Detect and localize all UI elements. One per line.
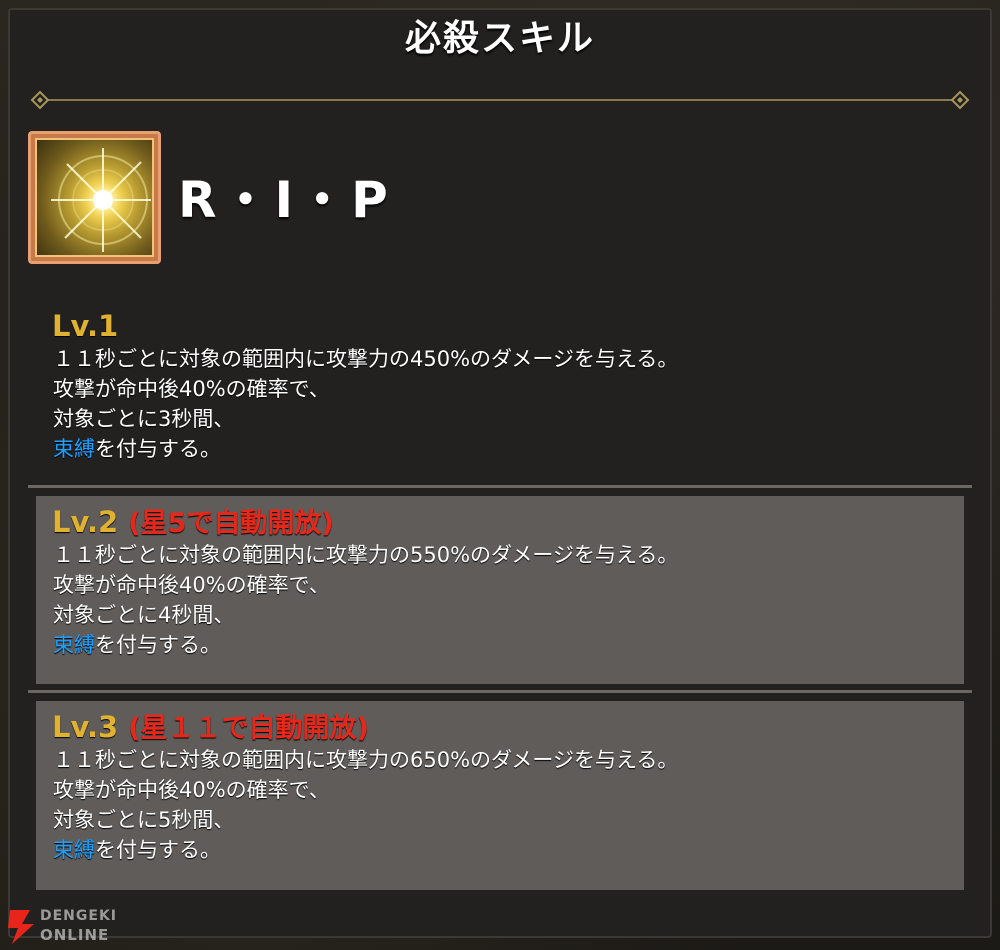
skill-icon-frame[interactable] bbox=[28, 131, 161, 264]
description-suffix: を付与する。 bbox=[95, 437, 221, 461]
skill-level-1: Lv.1 １１秒ごとに対象の範囲内に攻撃力の450%のダメージを与える。 攻撃が… bbox=[36, 300, 964, 478]
light-burst-icon bbox=[35, 138, 154, 257]
description-line: １１秒ごとに対象の範囲内に攻撃力の550%のダメージを与える。 bbox=[53, 543, 679, 567]
level-label: Lv.1 bbox=[52, 309, 119, 343]
description-line: 攻撃が命中後40%の確率で、 bbox=[53, 377, 330, 401]
description-line: 攻撃が命中後40%の確率で、 bbox=[53, 573, 330, 597]
page-title: 必殺スキル bbox=[404, 18, 595, 59]
watermark-logo: DENGEKI ONLINE bbox=[4, 906, 144, 946]
level-separator bbox=[28, 485, 972, 488]
skill-level-3: Lv.3 (星１１で自動開放) １１秒ごとに対象の範囲内に攻撃力の650%のダメー… bbox=[36, 701, 964, 890]
skill-level-2: Lv.2 (星5で自動開放) １１秒ごとに対象の範囲内に攻撃力の550%のダメージ… bbox=[36, 496, 964, 684]
description-line: １１秒ごとに対象の範囲内に攻撃力の450%のダメージを与える。 bbox=[53, 347, 679, 371]
status-keyword-link[interactable]: 束縛 bbox=[53, 437, 95, 461]
ornamental-divider bbox=[30, 90, 970, 110]
description-line: 対象ごとに3秒間、 bbox=[53, 407, 235, 431]
skill-name: R・I・P bbox=[178, 171, 392, 229]
unlock-condition: (星１１で自動開放) bbox=[128, 713, 369, 744]
description-line: 攻撃が命中後40%の確率で、 bbox=[53, 778, 330, 802]
watermark-text: DENGEKI bbox=[40, 908, 118, 924]
description-line: 対象ごとに4秒間、 bbox=[53, 603, 235, 627]
status-keyword-link[interactable]: 束縛 bbox=[53, 633, 95, 657]
bolt-icon bbox=[8, 910, 34, 944]
description-suffix: を付与する。 bbox=[95, 633, 221, 657]
watermark-text: ONLINE bbox=[40, 926, 110, 944]
status-keyword-link[interactable]: 束縛 bbox=[53, 838, 95, 862]
level-label: Lv.2 bbox=[52, 505, 119, 539]
level-separator bbox=[28, 690, 972, 693]
description-line: １１秒ごとに対象の範囲内に攻撃力の650%のダメージを与える。 bbox=[53, 748, 679, 772]
description-suffix: を付与する。 bbox=[95, 838, 221, 862]
level-label: Lv.3 bbox=[52, 710, 119, 744]
unlock-condition: (星5で自動開放) bbox=[128, 508, 334, 539]
description-line: 対象ごとに5秒間、 bbox=[53, 808, 235, 832]
